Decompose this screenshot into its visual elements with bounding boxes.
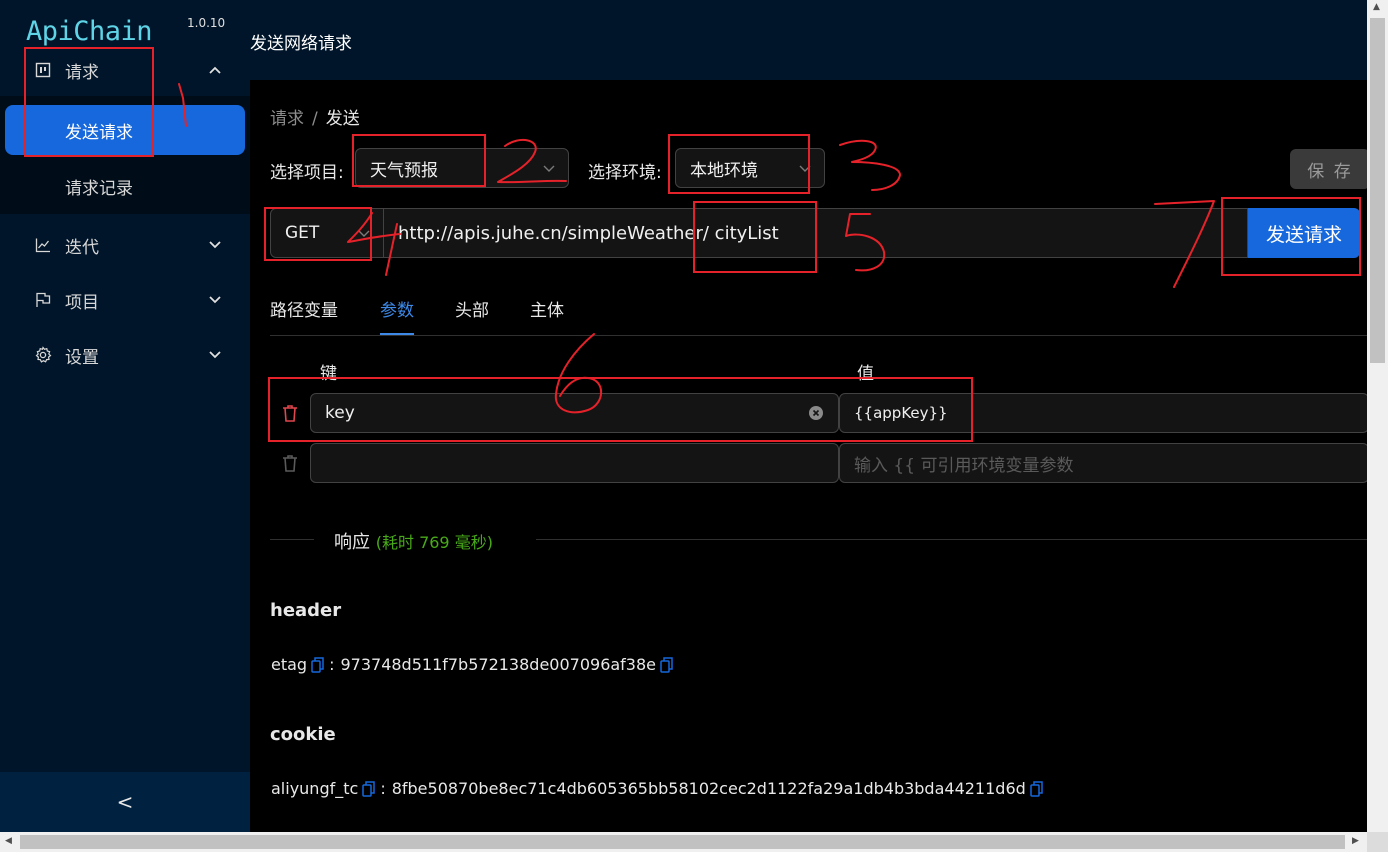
response-time: (耗时 769 毫秒) <box>375 533 493 552</box>
annotation-box-4 <box>264 207 372 261</box>
header-value: 973748d511f7b572138de007096af38e <box>340 655 657 674</box>
header-key: etag <box>271 655 308 674</box>
chevron-up-icon <box>208 63 222 77</box>
divider <box>536 539 1367 540</box>
annotation-box-6 <box>268 377 973 442</box>
header-title: 发送网络请求 <box>250 34 352 54</box>
breadcrumb: 请求 / 发送 <box>270 104 360 129</box>
cookie-value: 8fbe50870be8ec71c4db605365bb58102cec2d11… <box>391 779 1026 798</box>
app-window: ApiChain 1.0.10 请求 发送请求 请求记录 迭代 项目 设置 < … <box>0 0 1388 852</box>
response-cookie-row: aliyungf_tc : 8fbe50870be8ec71c4db605365… <box>271 779 1048 798</box>
tab-body[interactable]: 主体 <box>530 296 564 335</box>
divider <box>270 539 314 540</box>
trash-icon[interactable] <box>280 453 300 473</box>
param-value-input-empty[interactable]: 输入 {{ 可引用环境变量参数 <box>839 443 1367 483</box>
cookie-key: aliyungf_tc <box>271 779 359 798</box>
breadcrumb-current: 发送 <box>325 109 360 129</box>
annotation-box-2 <box>352 134 486 187</box>
menu-item-settings[interactable]: 设置 <box>0 330 250 380</box>
tab-headers[interactable]: 头部 <box>455 296 489 335</box>
scrollbar-corner <box>1367 832 1388 852</box>
env-label: 选择环境: <box>588 163 662 183</box>
tab-params[interactable]: 参数 <box>380 296 414 335</box>
menu-item-iteration[interactable]: 迭代 <box>0 220 250 270</box>
breadcrumb-separator: / <box>312 109 318 129</box>
copy-icon[interactable] <box>311 656 325 673</box>
submenu-item-request-history[interactable]: 请求记录 <box>5 161 245 211</box>
annotation-box-1 <box>24 47 154 157</box>
gear-icon <box>34 346 52 364</box>
chevron-down-icon <box>208 238 222 252</box>
vertical-scroll-thumb[interactable] <box>1370 18 1385 363</box>
scroll-up-icon[interactable]: ▲ <box>1373 2 1380 12</box>
copy-icon[interactable] <box>660 656 674 673</box>
copy-icon[interactable] <box>1030 780 1044 797</box>
horizontal-scroll-thumb[interactable] <box>20 835 1345 849</box>
menu-label: 迭代 <box>65 237 99 258</box>
chevron-down-icon <box>208 348 222 362</box>
menu-label: 项目 <box>65 292 99 313</box>
request-tabs: 路径变量 参数 头部 主体 <box>270 296 1367 336</box>
app-version: 1.0.10 <box>187 16 226 30</box>
response-header-heading: header <box>270 600 342 621</box>
chevron-down-icon <box>543 165 555 172</box>
app-logo: ApiChain <box>26 16 153 47</box>
response-header-row: etag : 973748d511f7b572138de007096af38e <box>271 655 678 674</box>
annotation-box-7 <box>1221 197 1361 276</box>
line-chart-icon <box>34 236 52 254</box>
save-button[interactable]: 保 存 <box>1290 149 1367 189</box>
response-title: 响应 (耗时 769 毫秒) <box>334 528 493 554</box>
sidebar-collapse-button[interactable]: < <box>0 772 250 832</box>
scroll-right-icon[interactable]: ▶ <box>1352 836 1359 846</box>
annotation-box-5 <box>693 201 817 273</box>
vertical-scrollbar[interactable]: ▲ <box>1367 0 1388 832</box>
breadcrumb-parent[interactable]: 请求 <box>270 109 304 129</box>
response-cookie-heading: cookie <box>270 724 336 745</box>
horizontal-scrollbar[interactable]: ◀ ▶ <box>0 832 1367 852</box>
project-flag-icon <box>34 291 52 309</box>
response-title-text: 响应 <box>334 532 370 553</box>
annotation-box-3 <box>668 134 810 194</box>
project-label: 选择项目: <box>270 163 344 183</box>
tab-path-variables[interactable]: 路径变量 <box>270 296 338 335</box>
chevron-down-icon <box>208 293 222 307</box>
scroll-left-icon[interactable]: ◀ <box>5 836 12 846</box>
copy-icon[interactable] <box>362 780 376 797</box>
page-header: 发送网络请求 <box>250 0 1367 80</box>
menu-item-project[interactable]: 项目 <box>0 275 250 325</box>
menu-label: 设置 <box>65 347 99 368</box>
param-key-input-empty[interactable] <box>310 443 839 483</box>
